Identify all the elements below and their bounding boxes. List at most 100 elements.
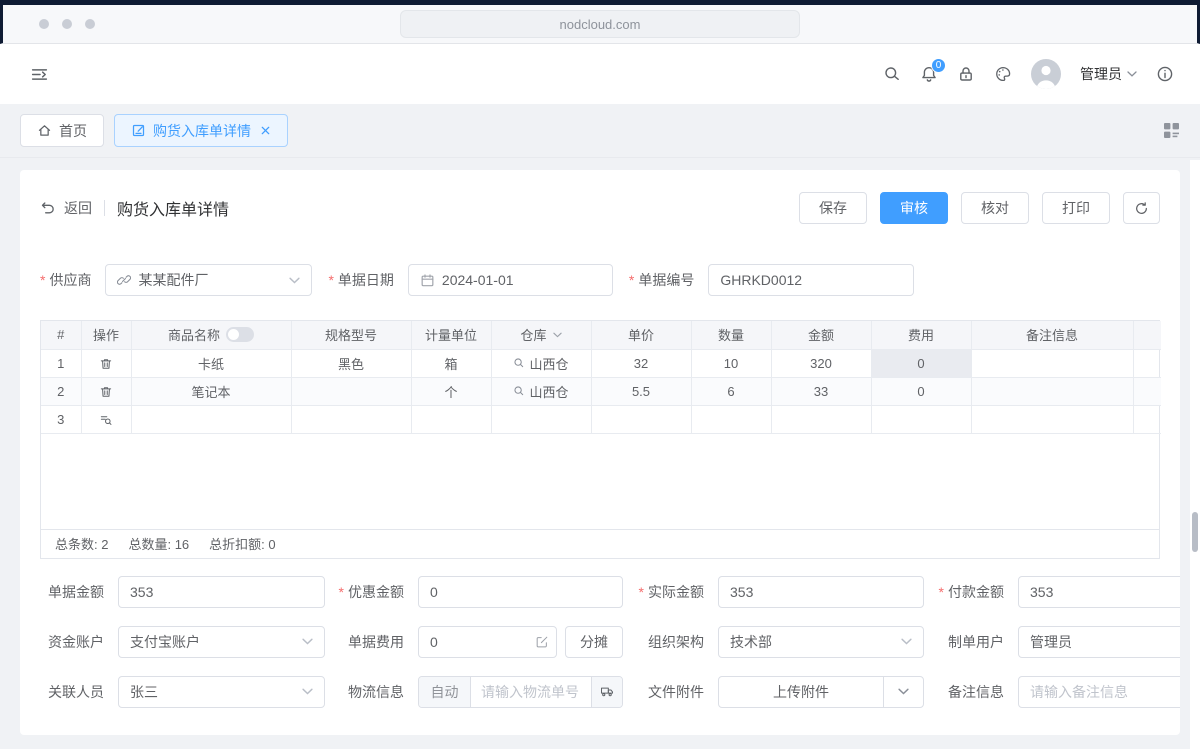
form-icon [131,123,146,138]
doc-amount-input[interactable] [118,576,325,608]
tab-home[interactable]: 首页 [20,114,104,147]
cell-name[interactable] [131,405,291,433]
back-button[interactable]: 返回 [64,198,92,218]
chevron-down-icon [1127,71,1137,77]
chevron-down-icon [898,688,909,695]
cell-warehouse[interactable]: 山西仓 [491,377,591,405]
cell-note[interactable] [971,405,1133,433]
payment-amount-input[interactable] [1018,576,1180,608]
organization-select[interactable]: 技术部 [718,626,924,658]
close-icon[interactable] [260,125,271,136]
search-list-icon[interactable] [99,413,113,427]
actual-amount-label: 实际金额 [639,582,704,602]
cell-fee[interactable]: 0 [871,377,971,405]
discount-amount-label: 优惠金额 [339,582,404,602]
cell-spec[interactable]: 黑色 [291,349,411,377]
window-dot [39,19,49,29]
cell-amount[interactable]: 33 [771,377,871,405]
related-person-select[interactable]: 张三 [118,676,325,708]
attachment-dropdown[interactable] [883,677,923,707]
cell-qty[interactable] [691,405,771,433]
related-person-value: 张三 [130,682,302,702]
verify-button[interactable]: 核对 [961,192,1029,224]
cell-amount[interactable] [771,405,871,433]
date-input[interactable]: 2024-01-01 [408,264,613,296]
avatar[interactable] [1031,59,1061,89]
doc-fee-label: 单据费用 [348,632,404,652]
cell-unit[interactable]: 个 [411,377,491,405]
tab-purchase-inbound-detail[interactable]: 购货入库单详情 [114,114,288,147]
fund-account-select[interactable]: 支付宝账户 [118,626,325,658]
cell-amount[interactable]: 320 [771,349,871,377]
cell-note[interactable] [971,377,1133,405]
name-toggle[interactable] [226,327,254,342]
lock-icon[interactable] [957,65,975,83]
table-row: 2 笔记本 个 [41,377,1161,405]
cell-fee[interactable] [871,405,971,433]
save-button[interactable]: 保存 [799,192,867,224]
menu-fold-icon[interactable] [30,65,49,84]
tab-bar: 首页 购货入库单详情 [0,104,1200,158]
edit-icon[interactable] [535,635,549,649]
app-header: 0 [0,44,1200,104]
truck-icon[interactable] [591,677,622,707]
cell-warehouse[interactable] [491,405,591,433]
upload-attachment-button[interactable]: 上传附件 [719,677,883,707]
cell-name[interactable]: 笔记本 [131,377,291,405]
cell-extra [1133,349,1161,377]
remark-input[interactable] [1018,676,1180,708]
scrollbar-thumb[interactable] [1192,512,1198,552]
attachment-button-group: 上传附件 [718,676,924,708]
discount-amount-input[interactable] [418,576,623,608]
attachment-label: 文件附件 [648,682,704,702]
print-button[interactable]: 打印 [1042,192,1110,224]
cell-unit[interactable] [411,405,491,433]
logistics-input[interactable] [471,677,591,707]
summary-discount: 总折扣额: 0 [209,534,275,553]
card-head: 返回 购货入库单详情 保存 审核 核对 打印 [40,192,1160,224]
cell-unit[interactable]: 箱 [411,349,491,377]
creator-input[interactable] [1018,626,1180,658]
cell-spec[interactable] [291,377,411,405]
audit-button[interactable]: 审核 [880,192,948,224]
trash-icon[interactable] [99,357,113,371]
cell-qty[interactable]: 10 [691,349,771,377]
fund-account-label: 资金账户 [48,632,104,652]
grid-icon[interactable] [1163,122,1180,139]
col-name: 商品名称 [131,321,291,349]
cell-price[interactable] [591,405,691,433]
chevron-down-icon [289,277,300,284]
supplier-select[interactable]: 某某配件厂 [105,264,312,296]
supplier-value: 某某配件厂 [138,270,289,290]
search-icon[interactable] [883,65,901,83]
logistics-mode[interactable]: 自动 [419,677,471,707]
refresh-button[interactable] [1123,192,1160,224]
cell-spec[interactable] [291,405,411,433]
row-index: 1 [41,349,81,377]
doc-fee-group: 分摊 [418,626,623,658]
palette-icon[interactable] [994,65,1012,83]
actual-amount-input[interactable] [718,576,924,608]
address-bar[interactable]: nodcloud.com [400,10,800,38]
number-input[interactable] [708,264,914,296]
info-icon[interactable] [1156,65,1174,83]
user-menu[interactable]: 管理员 [1080,64,1137,84]
cell-qty[interactable]: 6 [691,377,771,405]
calendar-icon [420,273,435,288]
home-icon [37,123,52,138]
toolbar-buttons: 保存 审核 核对 打印 [799,192,1160,224]
scrollbar-track[interactable] [1190,160,1200,749]
cell-warehouse[interactable]: 山西仓 [491,349,591,377]
undo-icon[interactable] [40,200,56,216]
col-warehouse[interactable]: 仓库 [491,321,591,349]
cell-fee[interactable]: 0 [871,349,971,377]
bell-icon[interactable]: 0 [920,65,938,83]
cell-note[interactable] [971,349,1133,377]
row-op [81,405,131,433]
trash-icon[interactable] [99,385,113,399]
share-fee-button[interactable]: 分摊 [565,626,623,658]
cell-price[interactable]: 5.5 [591,377,691,405]
cell-name[interactable]: 卡纸 [131,349,291,377]
date-label: 单据日期 [328,270,393,290]
cell-price[interactable]: 32 [591,349,691,377]
